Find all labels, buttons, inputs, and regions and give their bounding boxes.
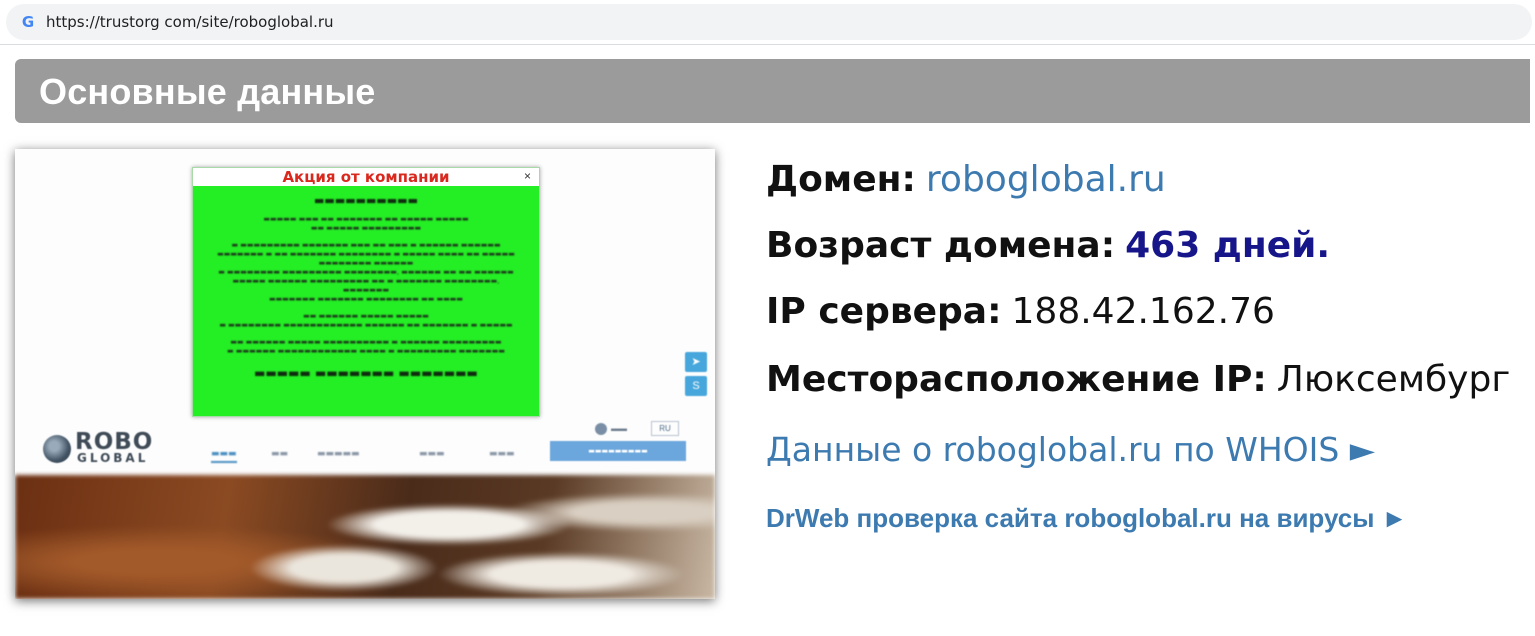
skype-icon: S [685,376,707,396]
preview-logo-global: GLOBAL [77,451,149,465]
preview-login: ▬▬ [595,423,627,435]
domain-row: Домен: roboglobal.ru [766,158,1166,200]
preview-hero-image [15,475,715,599]
preview-site-header: ROBO GLOBAL ▬▬▬ ▬▬ ▬▬▬▬▬ ▬▬▬ ▬▬▬ ▬▬▬▬▬▬▬… [15,421,715,475]
preview-popup-heading: ▬▬▬▬▬▬▬▬▬▬ [314,194,418,207]
ip-location-value: Люксембург [1276,359,1511,400]
server-ip-label: IP сервера: [766,291,1002,332]
close-icon: × [523,169,531,183]
preview-logo: ROBO GLOBAL [43,429,178,467]
section-header: Основные данные [15,59,1530,123]
preview-popup-text: ▬▬ ▬▬▬▬▬▬ ▬▬▬▬▬ ▬▬▬▬▬▬▬▬▬▬ ▬ ▬▬▬▬▬▬ ▬▬▬▬… [227,338,505,355]
preview-menu-item: ▬▬ [271,449,289,459]
preview-popup-text: ▬ ▬▬▬▬▬▬▬▬▬ ▬▬▬▬▬▬▬ ▬▬▬ ▬▬ ▬▬▬ ▬ ▬▬▬▬▬▬ … [217,241,515,303]
server-ip-row: IP сервера: 188.42.162.76 [766,290,1275,332]
preview-user-icon [595,423,607,435]
domain-age-row: Возраст домена: 463 дней. [766,224,1330,266]
section-title: Основные данные [39,71,376,112]
address-bar[interactable]: G https://trustorg com/site/roboglobal.r… [6,4,1532,40]
preview-menu-item: ▬▬▬▬▬ [317,449,360,459]
url-text[interactable]: https://trustorg com/site/roboglobal.ru [46,4,334,40]
preview-menu-item: ▬▬▬ [211,449,237,463]
server-ip-value: 188.42.162.76 [1011,291,1275,332]
preview-promo-popup: Акция от компании × ▬▬▬▬▬▬▬▬▬▬ ▬▬▬▬▬ ▬▬▬… [192,167,540,417]
preview-popup-body: ▬▬▬▬▬▬▬▬▬▬ ▬▬▬▬▬ ▬▬▬ ▬▬ ▬▬▬▬▬▬▬ ▬▬ ▬▬▬▬▬… [213,194,519,380]
preview-lang-switch: RU [651,421,679,436]
telegram-icon: ➤ [685,352,707,372]
preview-register-button: ▬▬▬▬▬▬▬▬▬ [550,441,686,461]
ip-location-row: Месторасположение IP: Люксембург [766,358,1510,400]
domain-label: Домен: [766,159,916,200]
site-screenshot-preview: ROBO GLOBAL ▬▬▬ ▬▬ ▬▬▬▬▬ ▬▬▬ ▬▬▬ ▬▬▬▬▬▬▬… [15,149,715,599]
preview-social-buttons: ➤ S [685,352,707,396]
preview-popup-text: ▬▬ ▬▬▬▬▬▬ ▬▬▬▬▬ ▬▬▬▬▬ ▬ ▬▬▬▬▬▬▬▬ ▬▬▬▬▬▬▬▬… [219,312,513,329]
preview-popup-title: Акция от компании [282,168,450,186]
preview-popup-header: Акция от компании × [193,168,539,186]
preview-menu-item: ▬▬▬ [419,449,445,459]
domain-age-label: Возраст домена: [766,225,1116,266]
domain-age-value: 463 дней. [1125,225,1331,266]
whois-link[interactable]: Данные о roboglobal.ru по WHOIS ► [766,430,1375,469]
toolbar-divider [0,44,1535,45]
google-favicon-icon: G [21,13,35,31]
preview-globe-icon [43,435,71,463]
domain-link[interactable]: roboglobal.ru [926,159,1166,200]
preview-menu-item: ▬▬▬ [489,449,515,459]
preview-popup-text: ▬▬▬▬▬ ▬▬▬ ▬▬ ▬▬▬▬▬▬▬ ▬▬ ▬▬▬▬▬ ▬▬▬▬▬ ▬▬ ▬▬… [263,215,469,232]
ip-location-label: Месторасположение IP: [766,359,1267,400]
drweb-check-link[interactable]: DrWeb проверка сайта roboglobal.ru на ви… [766,503,1407,534]
preview-popup-footer: ▬▬▬▬▬ ▬▬▬▬▬▬▬ ▬▬▬▬▬▬▬ [254,366,478,380]
